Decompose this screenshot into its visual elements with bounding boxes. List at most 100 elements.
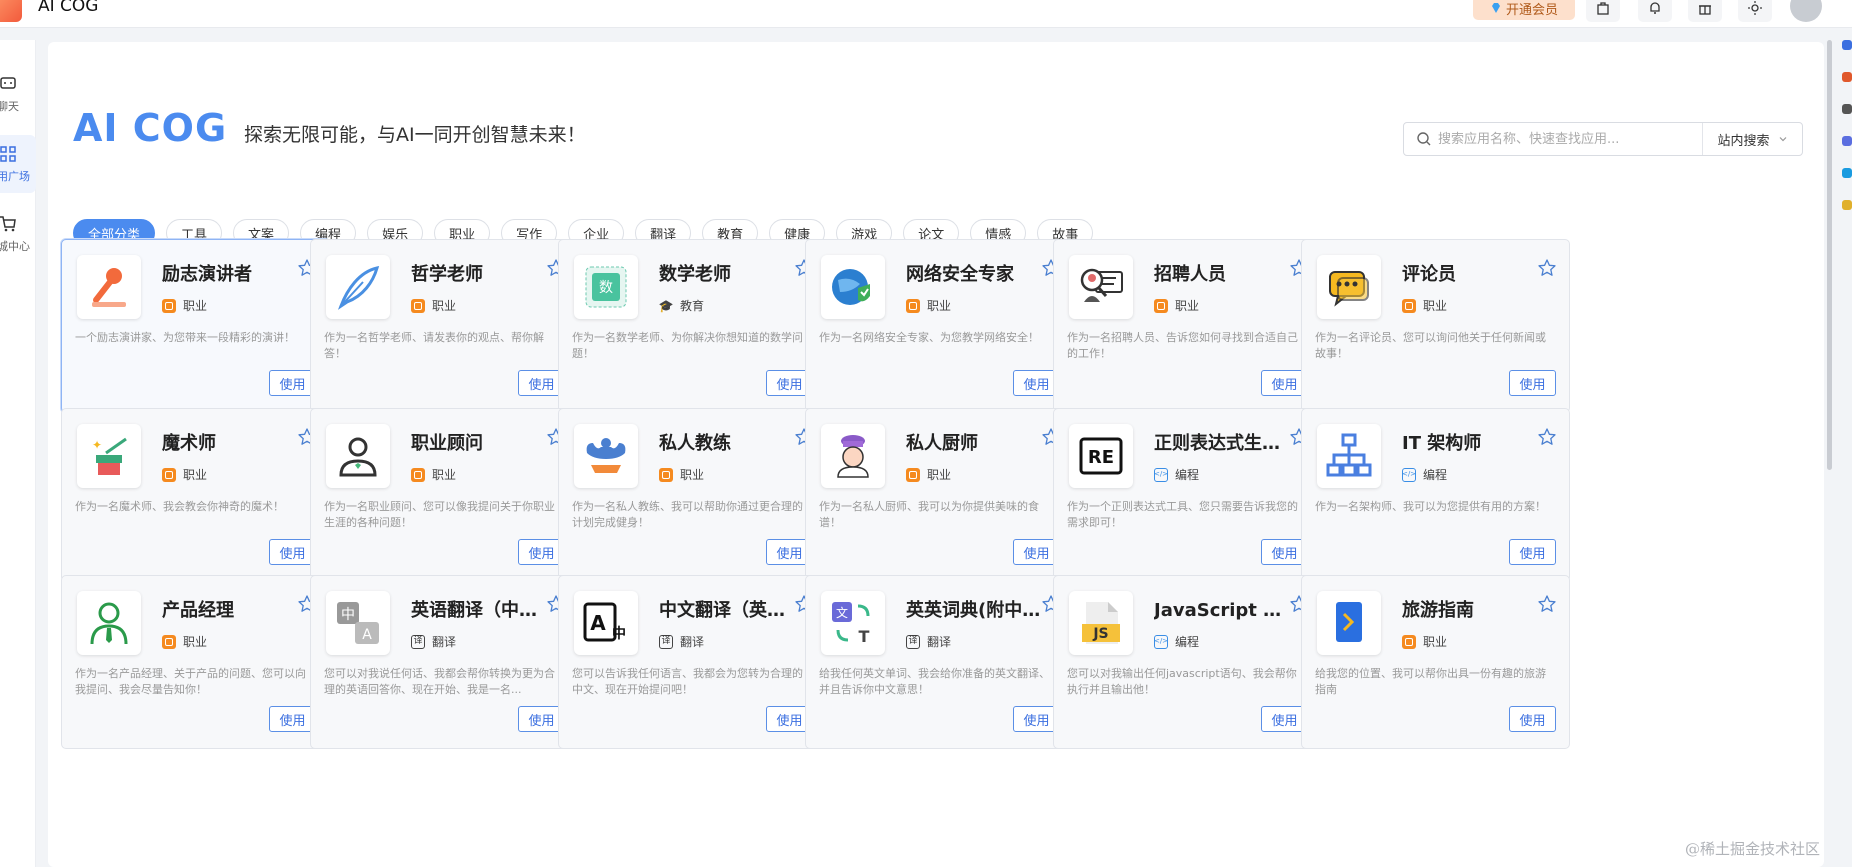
card-category-tag: 译翻译: [659, 633, 704, 650]
search-box: 站内搜索: [1403, 122, 1803, 156]
svg-text:✦: ✦: [92, 438, 102, 452]
use-button[interactable]: 使用: [1509, 706, 1556, 732]
tool-icon[interactable]: [1842, 136, 1852, 146]
card-description: 作为一个正则表达式工具、您只需要告诉我您的需求即可！: [1067, 500, 1298, 529]
app-card[interactable]: 私人厨师 职业 作为一名私人厨师、我可以为你提供美味的食谱！ 使用: [805, 408, 1074, 582]
sidebar-item-apps[interactable]: 应用广场: [0, 135, 36, 193]
recruiter-icon: [1069, 255, 1133, 319]
card-category-label: 职业: [183, 468, 208, 482]
app-card[interactable]: 哲学老师 职业 作为一名哲学老师、请发表你的观点、帮你解答！ 使用: [310, 239, 579, 413]
magic-hat-icon: ✦: [77, 424, 141, 488]
theme-toggle-icon[interactable]: [1738, 0, 1772, 22]
use-button[interactable]: 使用: [1509, 370, 1556, 396]
svg-text:中: 中: [612, 625, 626, 642]
speech-bubble-icon: [1317, 255, 1381, 319]
card-category-label: 教育: [680, 299, 705, 313]
card-category-tag: 职业: [1402, 297, 1447, 314]
svg-text:T: T: [859, 627, 870, 646]
star-icon[interactable]: [1537, 594, 1557, 614]
card-description: 作为一名私人厨师、我可以为你提供美味的食谱！: [819, 500, 1039, 529]
svg-text:文: 文: [836, 605, 848, 620]
app-card[interactable]: 数数学老师 🎓 教育 作为一名数学老师、为你解决你想知道的数学问题！ 使用: [558, 239, 827, 413]
tool-icon[interactable]: [1842, 200, 1852, 210]
category-tag-icon: 译: [659, 634, 673, 649]
card-title: 中文翻译（英译中）: [659, 600, 797, 621]
use-button[interactable]: 使用: [269, 370, 316, 396]
tool-icon[interactable]: [1842, 104, 1852, 114]
star-icon[interactable]: [1537, 258, 1557, 278]
category-tag-icon: 🎓: [658, 298, 674, 313]
use-button[interactable]: 使用: [269, 539, 316, 565]
app-card[interactable]: 网络安全专家 职业 作为一名网络安全专家、为您教学网络安全！ 使用: [805, 239, 1074, 413]
card-category-tag: 🎓 教育: [659, 297, 704, 314]
app-card[interactable]: 评论员 职业 作为一名评论员、您可以询问他关于任何新闻或故事！ 使用: [1301, 239, 1570, 413]
avatar[interactable]: [1790, 0, 1822, 22]
card-category-tag: </> 编程: [1154, 466, 1199, 483]
svg-text:中: 中: [341, 607, 355, 623]
card-category-tag: 职业: [162, 633, 207, 650]
category-tag-icon: </>: [1402, 467, 1416, 482]
card-category-tag: </> 编程: [1402, 466, 1447, 483]
tool-icon[interactable]: [1842, 40, 1852, 50]
category-tag-icon: [1154, 298, 1168, 313]
app-card[interactable]: 中A 英语翻译（中译英） 译翻译您可以对我说任何话、我都会帮你转换为更为合理的英语回…: [310, 575, 579, 749]
vip-button[interactable]: 开通会员: [1473, 0, 1575, 20]
use-button[interactable]: 使用: [269, 706, 316, 732]
card-title: 私人教练: [659, 433, 731, 454]
card-category-tag: 职业: [411, 297, 456, 314]
card-category-label: 编程: [1423, 468, 1448, 482]
category-tag-icon: 译: [411, 634, 425, 649]
search-scope-label: 站内搜索: [1717, 133, 1770, 149]
chevron-down-icon: [1779, 137, 1786, 142]
app-card[interactable]: 职业顾问 职业 作为一名职业顾问、您可以像我提问关于你职业生涯的各种问题！ 使用: [310, 408, 579, 582]
card-title: 旅游指南: [1402, 600, 1474, 621]
card-description: 一个励志演讲家、为您带来一段精彩的演讲！: [75, 331, 295, 344]
category-tag-icon: [162, 298, 176, 313]
card-category-label: 翻译: [432, 635, 457, 649]
category-tag-icon: </>: [1154, 467, 1168, 482]
card-category-label: 编程: [1175, 468, 1200, 482]
main-panel: AI COG 探索无限可能，与AI一同开创智慧未来！ 站内搜索 全部分类 工具 …: [48, 42, 1824, 867]
sidebar-item-store[interactable]: 商城中心: [0, 205, 36, 263]
use-button[interactable]: 使用: [1509, 539, 1556, 565]
store-icon[interactable]: [1586, 0, 1620, 22]
search-input[interactable]: [1438, 123, 1702, 155]
card-category-tag: 译翻译: [906, 633, 951, 650]
card-category-label: 职业: [432, 468, 457, 482]
app-card[interactable]: RE 正则表达式生成器 </> 编程 作为一个正则表达式工具、您只需要告诉我您的需求即可…: [1053, 408, 1322, 582]
app-card[interactable]: 文T 英英词典(附中文释义) 译翻译给我任何英文单词、我会给你准备的英文翻译、并且告…: [805, 575, 1074, 749]
category-tag-icon: [659, 467, 673, 482]
app-card[interactable]: A中中文翻译（英译中）译翻译您可以告诉我任何语言、我都会为您转为合理的中文、现在…: [558, 575, 827, 749]
bell-icon[interactable]: [1638, 0, 1672, 22]
card-category-tag: 职业: [162, 297, 207, 314]
travel-guide-icon: [1317, 591, 1381, 655]
app-card[interactable]: 旅游指南 职业 给我您的位置、我可以帮你出具一份有趣的旅游指南 使用: [1301, 575, 1570, 749]
star-icon[interactable]: [1537, 427, 1557, 447]
app-card[interactable]: 招聘人员 职业 作为一名招聘人员、告诉您如何寻找到合适自己的工作！ 使用: [1053, 239, 1322, 413]
app-card[interactable]: 私人教练 职业 作为一名私人教练、我可以帮助你通过更合理的计划完成健身！ 使用: [558, 408, 827, 582]
app-card[interactable]: 产品经理 职业 作为一名产品经理、关于产品的问题、您可以向我提问、我会尽量告知你！ 使…: [61, 575, 330, 749]
category-tag-icon: [411, 467, 425, 482]
sidebar: 聊天 应用广场 商城中心: [0, 40, 36, 867]
card-description: 作为一名魔术师、我会教会你神奇的魔术！: [75, 500, 284, 513]
tool-icon[interactable]: [1842, 72, 1852, 82]
app-card[interactable]: JS JavaScript 控制台 </> 编程您可以对我输出任何javascript…: [1053, 575, 1322, 749]
search-scope-select[interactable]: 站内搜索: [1702, 123, 1802, 155]
card-title: 职业顾问: [411, 433, 483, 454]
scrollbar[interactable]: [1827, 40, 1832, 470]
app-card[interactable]: ✦ 魔术师 职业 作为一名魔术师、我会教会你神奇的魔术！ 使用: [61, 408, 330, 582]
sidebar-item-chat[interactable]: 聊天: [0, 65, 36, 123]
card-category-label: 职业: [183, 635, 208, 649]
chat-icon: [0, 76, 16, 89]
app-card[interactable]: 励志演讲者 职业 一个励志演讲家、为您带来一段精彩的演讲！ 使用: [61, 239, 330, 413]
card-description: 给我您的位置、我可以帮你出具一份有趣的旅游指南: [1315, 667, 1546, 696]
tool-icon[interactable]: [1842, 168, 1852, 178]
muscle-icon: [574, 424, 638, 488]
dictionary-icon: 文T: [821, 591, 885, 655]
app-card[interactable]: IT 架构师 </> 编程 作为一名架构师、我可以为您提供有用的方案！ 使用: [1301, 408, 1570, 582]
card-description: 作为一名哲学老师、请发表你的观点、帮你解答！: [324, 331, 544, 360]
category-tag-icon: [411, 298, 425, 313]
gift-icon[interactable]: [1688, 0, 1722, 22]
card-title: 英英词典(附中文释义): [906, 600, 1044, 621]
card-title: 产品经理: [162, 600, 234, 621]
